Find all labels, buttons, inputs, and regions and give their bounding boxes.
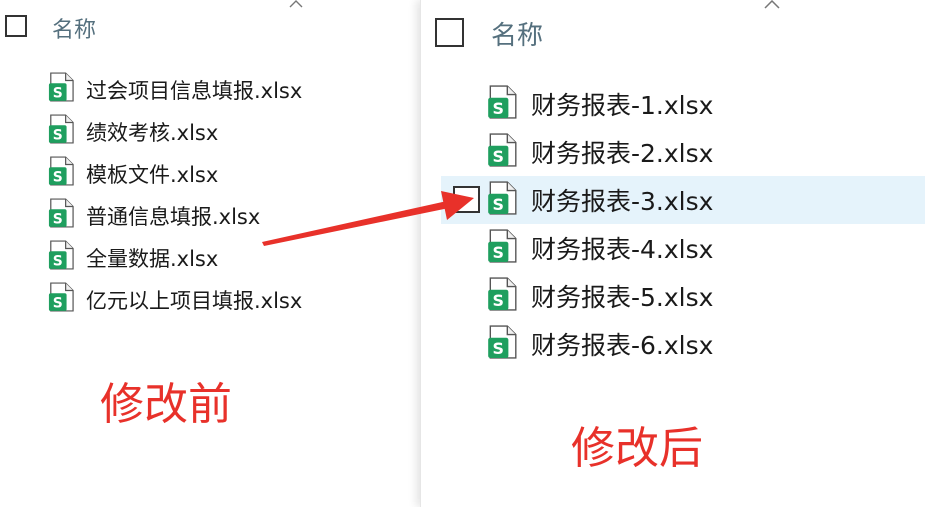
file-row[interactable]: S 财务报表-2.xlsx	[441, 128, 925, 176]
svg-text:S: S	[53, 212, 63, 228]
file-name: 亿元以上项目填报.xlsx	[86, 289, 303, 313]
xlsx-spreadsheet-icon: S	[488, 277, 517, 311]
column-header-name[interactable]: 名称	[491, 15, 543, 52]
before-label: 修改前	[100, 379, 232, 430]
file-row[interactable]: S 亿元以上项目填报.xlsx	[44, 279, 374, 317]
file-row[interactable]: S 财务报表-4.xlsx	[441, 224, 925, 272]
select-all-checkbox[interactable]	[5, 15, 27, 37]
xlsx-spreadsheet-icon: S	[48, 156, 74, 186]
svg-text:S: S	[53, 86, 63, 102]
file-row[interactable]: S 财务报表-5.xlsx	[441, 272, 925, 320]
svg-text:S: S	[53, 296, 63, 312]
svg-text:S: S	[493, 195, 504, 214]
file-name: 财务报表-5.xlsx	[531, 283, 714, 312]
file-row[interactable]: S 普通信息填报.xlsx	[44, 195, 374, 233]
file-row[interactable]: S 财务报表-1.xlsx	[441, 80, 925, 128]
after-panel: 名称 S 财务报表-1.xlsx S 财务报表-2.xlsx S 财务报表-3.…	[420, 0, 925, 507]
file-name: 财务报表-6.xlsx	[531, 331, 714, 360]
svg-text:S: S	[493, 339, 504, 358]
file-row[interactable]: S 绩效考核.xlsx	[44, 111, 374, 149]
file-name: 财务报表-1.xlsx	[531, 91, 714, 120]
file-row[interactable]: S 过会项目信息填报.xlsx	[44, 69, 374, 107]
svg-text:S: S	[493, 99, 504, 118]
xlsx-spreadsheet-icon: S	[488, 133, 517, 167]
xlsx-spreadsheet-icon: S	[48, 72, 74, 102]
xlsx-spreadsheet-icon: S	[488, 229, 517, 263]
xlsx-spreadsheet-icon: S	[488, 181, 517, 215]
xlsx-spreadsheet-icon: S	[48, 240, 74, 270]
xlsx-spreadsheet-icon: S	[48, 198, 74, 228]
before-panel: 名称 S 过会项目信息填报.xlsx S 绩效考核.xlsx S 模板文件.xl…	[0, 0, 420, 507]
chevron-up-icon[interactable]	[289, 0, 303, 10]
file-row[interactable]: S 全量数据.xlsx	[44, 237, 374, 275]
file-row[interactable]: S 财务报表-3.xlsx	[441, 176, 925, 224]
file-name: 绩效考核.xlsx	[86, 121, 219, 145]
svg-text:S: S	[53, 128, 63, 144]
xlsx-spreadsheet-icon: S	[48, 114, 74, 144]
file-name: 过会项目信息填报.xlsx	[86, 79, 303, 103]
select-all-checkbox[interactable]	[435, 18, 464, 47]
svg-text:S: S	[493, 291, 504, 310]
after-label: 修改后	[571, 423, 703, 474]
file-row[interactable]: S 模板文件.xlsx	[44, 153, 374, 191]
file-row[interactable]: S 财务报表-6.xlsx	[441, 320, 925, 368]
file-name: 模板文件.xlsx	[86, 163, 219, 187]
svg-text:S: S	[493, 243, 504, 262]
file-name: 财务报表-3.xlsx	[531, 187, 714, 216]
file-name: 财务报表-2.xlsx	[531, 139, 714, 168]
xlsx-spreadsheet-icon: S	[48, 282, 74, 312]
file-name: 普通信息填报.xlsx	[86, 205, 261, 229]
chevron-up-icon[interactable]	[764, 0, 780, 11]
xlsx-spreadsheet-icon: S	[488, 85, 517, 119]
svg-text:S: S	[493, 147, 504, 166]
xlsx-spreadsheet-icon: S	[488, 325, 517, 359]
svg-text:S: S	[53, 170, 63, 186]
row-checkbox[interactable]	[453, 186, 480, 213]
column-header-name[interactable]: 名称	[52, 12, 96, 44]
svg-text:S: S	[53, 254, 63, 270]
file-name: 全量数据.xlsx	[86, 247, 219, 271]
file-name: 财务报表-4.xlsx	[531, 235, 714, 264]
